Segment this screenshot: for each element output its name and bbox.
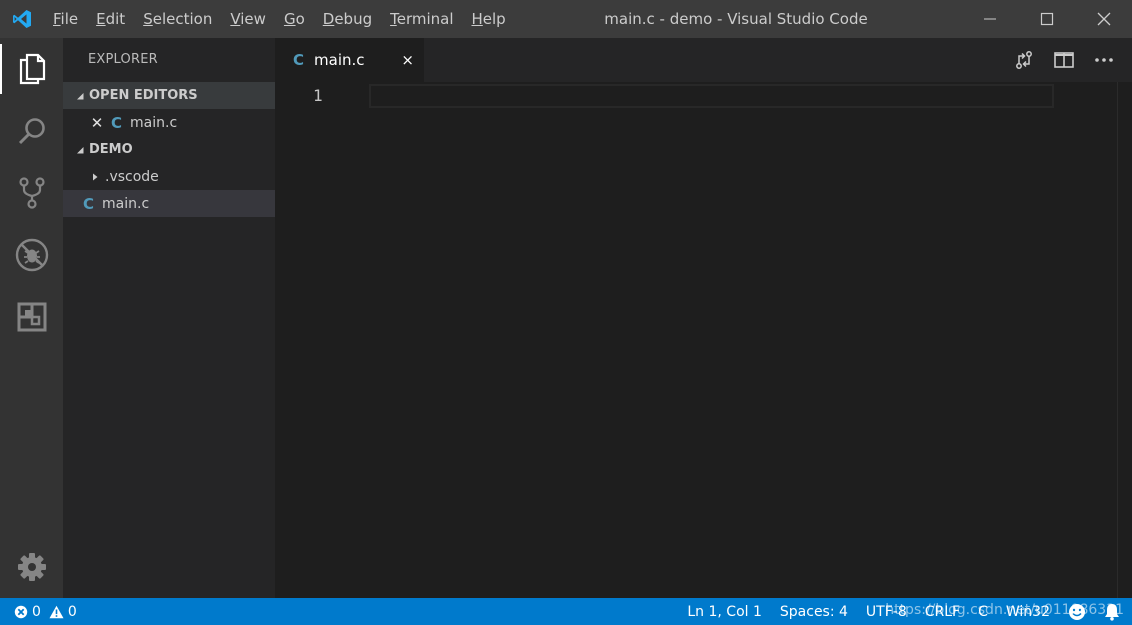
- tree-file-main-c[interactable]: C main.c: [63, 190, 275, 217]
- tab-close-button[interactable]: ×: [401, 38, 414, 82]
- menu-file[interactable]: File: [44, 0, 87, 38]
- chevron-right-icon: [88, 170, 102, 184]
- problems-status[interactable]: 0 0: [14, 604, 77, 620]
- workspace-header[interactable]: DEMO: [63, 136, 275, 163]
- maximize-button[interactable]: [1018, 0, 1075, 38]
- activity-search[interactable]: [0, 100, 63, 162]
- line-ending[interactable]: CRLF: [925, 604, 960, 620]
- platform-config[interactable]: Win32: [1006, 604, 1050, 620]
- menu-view[interactable]: View: [221, 0, 275, 38]
- warning-count: 0: [67, 603, 77, 620]
- menu-go[interactable]: Go: [275, 0, 314, 38]
- chevron-down-icon: [73, 89, 87, 103]
- activity-source-control[interactable]: [0, 162, 63, 224]
- close-icon: [1097, 12, 1110, 26]
- search-icon: [18, 118, 45, 145]
- open-editors-label: OPEN EDITORS: [89, 88, 198, 103]
- tree-item-label: main.c: [102, 195, 150, 212]
- sidebar-title: EXPLORER: [88, 52, 158, 67]
- tree-folder-vscode[interactable]: .vscode: [63, 163, 275, 190]
- activity-debug[interactable]: [0, 224, 63, 286]
- more-actions-button[interactable]: [1084, 38, 1124, 82]
- ellipsis-icon: [1095, 58, 1113, 62]
- notifications-button[interactable]: [1104, 603, 1120, 621]
- menu-help[interactable]: Help: [463, 0, 515, 38]
- open-editor-label: main.c: [130, 114, 178, 131]
- tree-item-label: .vscode: [105, 168, 159, 185]
- bell-icon: [1105, 603, 1119, 621]
- editor-scrollbar[interactable]: [1117, 82, 1118, 598]
- activity-explorer[interactable]: [0, 38, 63, 100]
- explorer-icon: [19, 53, 45, 85]
- smiley-icon: [1069, 603, 1085, 620]
- gear-icon: [17, 553, 46, 581]
- minimize-icon: [983, 18, 996, 20]
- menu-bar: File Edit Selection View Go Debug Termin…: [44, 0, 515, 38]
- tab-label: main.c: [314, 51, 365, 69]
- menu-debug[interactable]: Debug: [314, 0, 381, 38]
- workspace-label: DEMO: [89, 142, 133, 157]
- editor-actions: [1004, 38, 1124, 82]
- current-line-highlight[interactable]: [369, 84, 1054, 108]
- c-file-icon: C: [83, 194, 95, 213]
- tab-main-c[interactable]: C main.c ×: [275, 38, 424, 82]
- vscode-logo-icon[interactable]: [0, 0, 44, 38]
- editor-tab-bar: C main.c ×: [275, 38, 1132, 82]
- close-window-button[interactable]: [1075, 0, 1132, 38]
- code-editor[interactable]: 1: [275, 82, 1132, 598]
- open-editors-header[interactable]: OPEN EDITORS: [63, 82, 275, 109]
- feedback-button[interactable]: [1068, 603, 1086, 621]
- activity-settings[interactable]: [0, 536, 63, 598]
- split-editor-button[interactable]: [1044, 38, 1084, 82]
- language-mode[interactable]: C: [978, 604, 988, 620]
- window-controls: [961, 0, 1132, 38]
- c-file-icon: C: [293, 51, 305, 69]
- chevron-down-icon: [73, 143, 87, 157]
- close-icon[interactable]: ✕: [89, 114, 105, 132]
- activity-bar: [0, 38, 63, 598]
- error-icon: [14, 605, 28, 618]
- cursor-position[interactable]: Ln 1, Col 1: [687, 604, 762, 620]
- file-encoding[interactable]: UTF-8: [866, 604, 907, 620]
- activity-extensions[interactable]: [0, 286, 63, 348]
- compare-changes-icon: [1016, 51, 1032, 69]
- open-editor-item[interactable]: ✕ C main.c: [63, 109, 275, 136]
- debug-icon: [15, 238, 48, 272]
- indentation-setting[interactable]: Spaces: 4: [780, 604, 848, 620]
- c-file-icon: C: [111, 113, 123, 132]
- source-control-icon: [18, 177, 45, 209]
- line-number: 1: [313, 86, 323, 105]
- minimize-button[interactable]: [961, 0, 1018, 38]
- menu-terminal[interactable]: Terminal: [381, 0, 462, 38]
- status-bar: 0 0 Ln 1, Col 1 Spaces: 4 UTF-8 CRLF C W…: [0, 598, 1132, 625]
- menu-edit[interactable]: Edit: [87, 0, 134, 38]
- split-editor-icon: [1054, 52, 1074, 68]
- extensions-icon: [17, 302, 46, 332]
- maximize-icon: [1040, 12, 1053, 26]
- title-bar: File Edit Selection View Go Debug Termin…: [0, 0, 1132, 38]
- error-count: 0: [32, 603, 41, 620]
- open-changes-button[interactable]: [1004, 38, 1044, 82]
- menu-selection[interactable]: Selection: [134, 0, 221, 38]
- warning-icon: [49, 605, 64, 618]
- explorer-sidebar: EXPLORER OPEN EDITORS ✕ C main.c DEMO .v…: [63, 38, 275, 598]
